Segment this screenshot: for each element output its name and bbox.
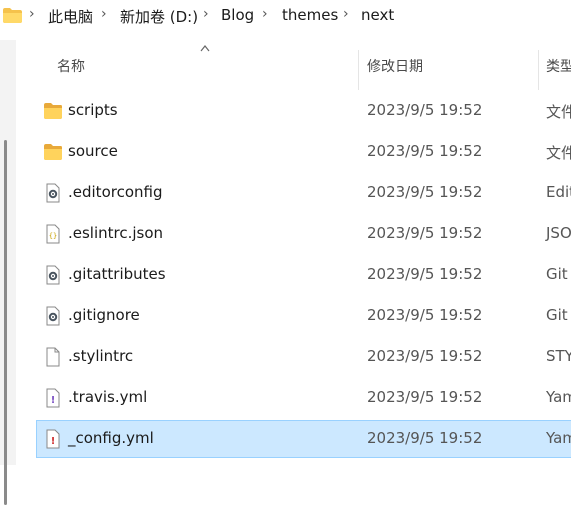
yaml-file-icon: ! (46, 388, 60, 408)
file-modified: 2023/9/5 19:52 (367, 101, 483, 119)
list-item[interactable]: source 2023/9/5 19:52 文件 (37, 134, 571, 170)
list-item[interactable]: .gitignore 2023/9/5 19:52 Git (37, 298, 571, 334)
list-item[interactable]: .gitattributes 2023/9/5 19:52 Git (37, 257, 571, 293)
file-name: source (68, 142, 118, 160)
config-file-icon (46, 183, 60, 203)
list-item[interactable]: scripts 2023/9/5 19:52 文件 (37, 93, 571, 129)
file-type: JSO (546, 224, 571, 242)
file-name: .gitattributes (68, 265, 166, 283)
breadcrumb-themes[interactable]: themes (282, 6, 338, 24)
column-header-name[interactable]: 名称 (57, 56, 85, 76)
file-type: STY (546, 347, 571, 365)
file-type: Git (546, 265, 568, 283)
list-item-selected[interactable]: ! _config.yml 2023/9/5 19:52 Yam (36, 420, 571, 458)
file-modified: 2023/9/5 19:52 (367, 306, 483, 324)
column-divider[interactable] (358, 50, 359, 90)
file-modified: 2023/9/5 19:52 (367, 183, 483, 201)
breadcrumb-drive-d[interactable]: 新加卷 (D:) (120, 6, 198, 27)
scrollbar-thumb[interactable] (4, 140, 7, 505)
breadcrumb-next[interactable]: next (361, 6, 394, 24)
config-file-icon (46, 265, 60, 285)
chevron-right-icon: › (203, 6, 209, 22)
folder-icon (44, 144, 62, 160)
svg-text:!: ! (51, 436, 56, 447)
json-file-icon: {} (46, 224, 60, 244)
chevron-right-icon: › (29, 6, 35, 22)
svg-text:{}: {} (49, 232, 57, 240)
file-type: Yam (546, 388, 571, 406)
file-modified: 2023/9/5 19:52 (367, 142, 483, 160)
list-item[interactable]: {} .eslintrc.json 2023/9/5 19:52 JSO (37, 216, 571, 252)
file-type: 文件 (546, 144, 571, 162)
chevron-right-icon: › (262, 6, 268, 22)
breadcrumb-this-pc[interactable]: 此电脑 (48, 6, 93, 27)
file-modified: 2023/9/5 19:52 (367, 388, 483, 406)
file-type: Git (546, 306, 568, 324)
list-item[interactable]: ! .travis.yml 2023/9/5 19:52 Yam (37, 380, 571, 416)
list-item[interactable]: .editorconfig 2023/9/5 19:52 Edit (37, 175, 571, 211)
file-name: .travis.yml (68, 388, 148, 406)
file-name: .stylintrc (68, 347, 134, 365)
file-name: .editorconfig (68, 183, 163, 201)
file-name: scripts (68, 101, 118, 119)
chevron-right-icon: › (343, 6, 349, 22)
column-header-row: 名称 修改日期 类型 (16, 40, 571, 90)
column-header-modified[interactable]: 修改日期 (367, 56, 423, 76)
file-modified: 2023/9/5 19:52 (367, 429, 483, 447)
address-bar[interactable]: › 此电脑 › 新加卷 (D:) › Blog › themes › next (0, 0, 571, 32)
file-type: Yam (546, 429, 571, 447)
yaml-file-icon: ! (46, 429, 60, 449)
file-modified: 2023/9/5 19:52 (367, 265, 483, 283)
file-modified: 2023/9/5 19:52 (367, 347, 483, 365)
file-name: _config.yml (68, 429, 154, 447)
sort-ascending-icon (200, 45, 210, 52)
chevron-right-icon: › (101, 6, 107, 22)
navigation-pane-edge (0, 40, 16, 505)
file-name: .eslintrc.json (68, 224, 164, 242)
svg-text:!: ! (51, 395, 56, 406)
file-type: 文件 (546, 103, 571, 121)
blank-file-icon (46, 347, 60, 367)
folder-icon (44, 103, 62, 119)
config-file-icon (46, 306, 60, 326)
breadcrumb-blog[interactable]: Blog (221, 6, 254, 24)
file-type: Edit (546, 183, 571, 201)
file-name: .gitignore (68, 306, 140, 324)
file-modified: 2023/9/5 19:52 (367, 224, 483, 242)
column-header-type[interactable]: 类型 (546, 56, 571, 76)
folder-icon (3, 8, 22, 23)
column-divider[interactable] (538, 50, 539, 90)
list-item[interactable]: .stylintrc 2023/9/5 19:52 STY (37, 339, 571, 375)
